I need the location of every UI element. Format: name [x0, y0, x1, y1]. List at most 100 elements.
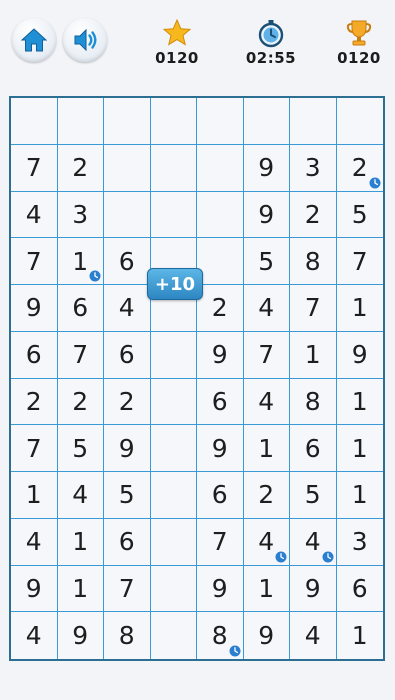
grid-cell[interactable]: 5	[243, 238, 290, 285]
grid-cell[interactable]: 5	[104, 472, 151, 519]
cell-number: 1	[304, 340, 321, 370]
grid-cell[interactable]: 3	[57, 191, 104, 239]
grid-cell[interactable]	[197, 144, 244, 192]
grid-cell[interactable]	[57, 98, 104, 145]
grid-cell[interactable]: 9	[290, 565, 337, 613]
grid-cell[interactable]: 2	[290, 191, 337, 239]
grid-cell[interactable]: 7	[243, 331, 290, 379]
grid-cell[interactable]: 7	[290, 285, 337, 332]
grid-cell[interactable]: 6	[336, 566, 383, 613]
grid-cell[interactable]: 4	[290, 518, 337, 566]
grid-cell[interactable]: 6	[104, 331, 151, 379]
grid-cell[interactable]: 6	[290, 425, 337, 472]
grid-cell[interactable]: 5	[290, 472, 337, 519]
grid-cell[interactable]	[197, 98, 244, 145]
grid-cell[interactable]: 2	[57, 144, 104, 192]
grid-cell[interactable]: 3	[290, 144, 337, 192]
grid-cell[interactable]: 2	[197, 285, 244, 332]
grid-cell[interactable]: 9	[11, 565, 58, 613]
grid-cell[interactable]	[150, 378, 197, 426]
grid-cell[interactable]	[197, 238, 244, 285]
grid-cell[interactable]: 5	[57, 425, 104, 472]
grid-cell[interactable]: 9	[11, 285, 58, 332]
grid-cell[interactable]: 9	[336, 332, 383, 379]
grid-cell[interactable]: 1	[336, 379, 383, 426]
home-button[interactable]	[12, 18, 56, 62]
grid-cell[interactable]: 1	[57, 238, 104, 285]
grid-cell[interactable]: 1	[336, 285, 383, 332]
grid-cell[interactable]	[150, 98, 197, 145]
cell-number: 5	[304, 480, 321, 510]
grid-cell[interactable]: 7	[336, 238, 383, 285]
grid-cell[interactable]: 6	[57, 285, 104, 332]
grid-cell[interactable]	[150, 191, 197, 239]
grid-cell[interactable]	[243, 98, 290, 145]
grid-cell[interactable]: 4	[290, 612, 337, 659]
grid-cell[interactable]: 8	[290, 238, 337, 285]
grid-cell[interactable]: 1	[57, 518, 104, 566]
grid-cell[interactable]	[336, 98, 383, 145]
grid-cell[interactable]: 4	[11, 191, 58, 239]
grid-cell[interactable]: 4	[243, 285, 290, 332]
grid-cell[interactable]: 9	[244, 612, 290, 659]
grid-cell[interactable]: 1	[290, 331, 337, 379]
grid-cell[interactable]	[150, 565, 197, 613]
grid-cell[interactable]: 5	[336, 192, 383, 239]
grid-cell[interactable]: 2	[336, 145, 383, 192]
grid-cell[interactable]	[197, 191, 244, 239]
grid-cell[interactable]: 6	[104, 238, 151, 285]
grid-cell[interactable]: 9	[243, 191, 290, 239]
grid-cell[interactable]: 1	[57, 565, 104, 613]
clock-bonus-icon	[275, 551, 287, 562]
grid-cell[interactable]: 1	[243, 565, 290, 613]
grid-cell[interactable]: 4	[57, 472, 104, 519]
grid-cell[interactable]	[104, 144, 151, 192]
grid-cell[interactable]: 1	[336, 472, 383, 519]
grid-cell[interactable]: 8	[104, 612, 151, 659]
grid-cell[interactable]: 6	[197, 472, 244, 519]
grid-cell[interactable]	[11, 98, 58, 145]
grid-cell[interactable]: 9	[197, 565, 244, 613]
grid-cell[interactable]: 4	[243, 378, 290, 426]
grid-cell[interactable]	[151, 612, 197, 659]
grid-cell[interactable]	[104, 191, 151, 239]
grid-cell[interactable]: 2	[243, 472, 290, 519]
grid-cell[interactable]: 1	[11, 472, 58, 519]
grid-cell[interactable]: 1	[336, 425, 383, 472]
grid-cell[interactable]: 1	[243, 425, 290, 472]
grid-cell[interactable]: 7	[104, 565, 151, 613]
grid-cell[interactable]: 4	[11, 518, 58, 566]
grid-cell[interactable]: 9	[197, 331, 244, 379]
grid-cell[interactable]: 7	[11, 144, 58, 192]
grid-cell[interactable]: 7	[57, 331, 104, 379]
grid-cell[interactable]: 4	[11, 612, 58, 659]
grid-cell[interactable]: 8	[290, 378, 337, 426]
grid-cell[interactable]: 2	[104, 378, 151, 426]
grid-cell[interactable]: 3	[336, 519, 383, 566]
grid-cell[interactable]: 7	[197, 518, 244, 566]
grid-cell[interactable]: 7	[11, 238, 58, 285]
grid-cell[interactable]: 1	[337, 612, 384, 659]
grid-cell[interactable]: 9	[104, 425, 151, 472]
grid-cell[interactable]: 9	[243, 144, 290, 192]
sound-button[interactable]	[63, 18, 107, 62]
cell-number: 7	[304, 293, 321, 323]
grid-cell[interactable]: 4	[243, 518, 290, 566]
grid-cell[interactable]	[150, 518, 197, 566]
grid-cell[interactable]: 7	[11, 425, 58, 472]
grid-cell[interactable]: 6	[197, 378, 244, 426]
grid-cell[interactable]: 2	[11, 378, 58, 426]
grid-cell[interactable]	[150, 472, 197, 519]
grid-cell[interactable]: 6	[11, 331, 58, 379]
grid-cell[interactable]: 4	[104, 285, 151, 332]
grid-cell[interactable]: 9	[58, 612, 104, 659]
grid-cell[interactable]	[150, 144, 197, 192]
grid-cell[interactable]	[150, 425, 197, 472]
grid-cell[interactable]	[150, 331, 197, 379]
grid-cell[interactable]: 6	[104, 518, 151, 566]
grid-cell[interactable]	[104, 98, 151, 145]
grid-cell[interactable]: 2	[57, 378, 104, 426]
grid-cell[interactable]: 9	[197, 425, 244, 472]
grid-cell[interactable]	[290, 98, 337, 145]
grid-cell[interactable]: 8	[197, 612, 244, 659]
